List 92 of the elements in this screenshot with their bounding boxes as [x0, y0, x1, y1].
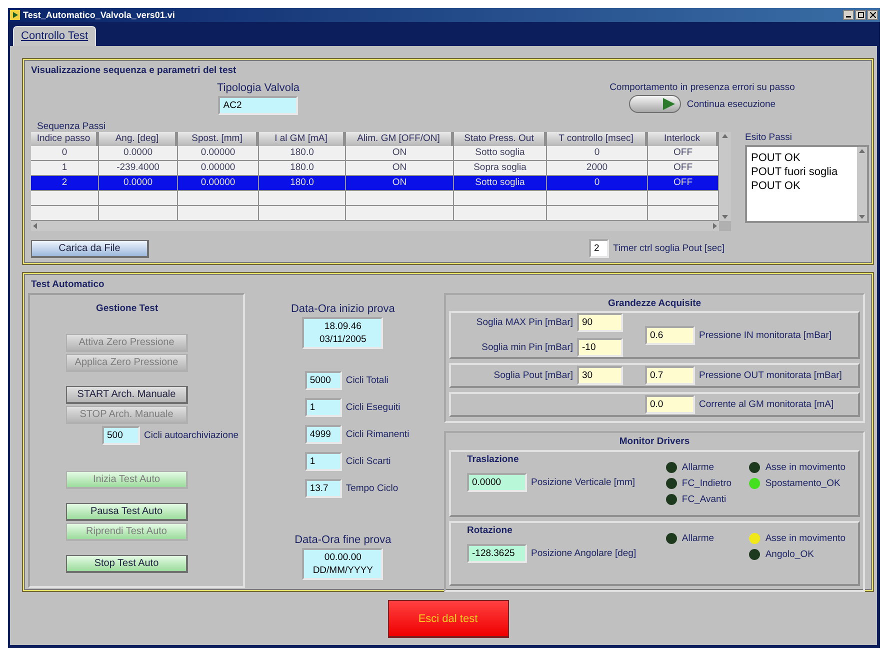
- table-row[interactable]: 1 -239.4000 0.00000 180.0 ON Sopra soglia 2000 OFF: [31, 161, 719, 176]
- field-label: Cicli Scarti: [346, 456, 391, 467]
- close-button[interactable]: [867, 10, 878, 20]
- threshold-field[interactable]: 90: [577, 313, 623, 332]
- list-item: POUT OK: [751, 179, 802, 193]
- list-label: Esito Passi: [745, 132, 792, 143]
- group-title: Gestione Test: [96, 303, 158, 314]
- field-label: Tempo Ciclo: [346, 483, 398, 494]
- field-label: Pressione IN monitorata [mBar]: [699, 330, 832, 340]
- position-field: 0.0000: [467, 473, 527, 492]
- counter-field: 13.7: [304, 479, 342, 498]
- counter-field: 5000: [304, 371, 342, 390]
- section-title: Visualizzazione sequenza e parametri del test: [31, 65, 238, 76]
- indicator-label: Allarme: [682, 462, 714, 473]
- counter-field: 1: [304, 452, 342, 471]
- counter-field: 4999: [304, 425, 342, 444]
- field-label: Soglia MAX Pin [mBar]: [476, 317, 573, 328]
- field-label: Data-Ora fine prova: [294, 534, 392, 546]
- triangle-icon: [662, 98, 676, 110]
- section-title: Test Automatico: [31, 279, 106, 290]
- list-item: POUT OK: [751, 151, 802, 165]
- indicator-label: Asse in movimento: [765, 532, 846, 544]
- indicator-label: FC_Indietro: [682, 478, 732, 489]
- field-label: Timer ctrl soglia Pout [sec]: [613, 243, 725, 254]
- group-title: Rotazione: [467, 524, 512, 536]
- timer-field[interactable]: 2: [589, 239, 609, 258]
- field-label: Cicli Totali: [346, 375, 388, 386]
- horizontal-scrollbar[interactable]: [31, 221, 719, 231]
- field-label: Posizione Angolare [deg]: [531, 548, 636, 558]
- indicator-label: FC_Avanti: [682, 494, 726, 505]
- panel-title: Grandezze Acquisite: [608, 298, 702, 309]
- toggle-switch[interactable]: [628, 95, 681, 113]
- position-field: -128.3625: [467, 544, 527, 562]
- column-header: I al GM [mA]: [259, 132, 346, 146]
- field-label: Corrente al GM monitorata [mA]: [699, 399, 834, 410]
- indicator-label: Angolo_OK: [765, 548, 814, 560]
- load-button[interactable]: Carica da File: [31, 240, 149, 258]
- field-label: Soglia Pout [mBar]: [494, 370, 573, 381]
- column-header: Stato Press. Out: [454, 132, 547, 146]
- column-header: T controllo [msec]: [547, 132, 648, 146]
- close-icon: [870, 12, 876, 18]
- app-icon: [10, 10, 20, 20]
- start-time-field: 18.09.46 03/11/2005: [302, 317, 384, 349]
- monitor-field: 0.0: [645, 395, 695, 414]
- vertical-scrollbar[interactable]: [857, 147, 867, 221]
- table-row[interactable]: 0 0.0000 0.00000 180.0 ON Sotto soglia 0 OFF: [31, 146, 719, 161]
- indicator-label: Asse in movimento: [765, 462, 846, 473]
- field-label: Posizione Verticale [mm]: [531, 477, 636, 488]
- group-title: Traslazione: [467, 454, 519, 465]
- scroll-down-icon[interactable]: [721, 213, 729, 221]
- panel-title: Monitor Drivers: [619, 436, 690, 447]
- empty-table-row[interactable]: [31, 206, 719, 221]
- end-time-field: 00.00.00 DD/MM/YYYY: [302, 548, 384, 580]
- maximize-button[interactable]: [855, 10, 866, 20]
- scroll-down-icon[interactable]: [858, 213, 866, 221]
- empty-table-row[interactable]: [31, 191, 719, 206]
- column-header: Alim. GM [OFF/ON]: [346, 132, 454, 146]
- minimize-button[interactable]: [843, 10, 854, 20]
- column-header: Indice passo: [31, 132, 99, 146]
- threshold-field[interactable]: 30: [577, 366, 623, 385]
- field-label: Cicli Rimanenti: [346, 429, 410, 440]
- valve-type-field[interactable]: AC2: [218, 96, 298, 115]
- field-label: Cicli Eseguiti: [346, 402, 400, 413]
- window-title: Test_Automatico_Valvola_vers01.vi: [23, 10, 175, 20]
- column-header: Ang. [deg]: [99, 132, 178, 146]
- field-label: Soglia min Pin [mBar]: [482, 342, 573, 353]
- counter-field: 1: [304, 398, 342, 417]
- threshold-field[interactable]: -10: [577, 338, 623, 357]
- field-label: Cicli autoarchiviazione: [144, 430, 239, 441]
- field-label: Data-Ora inizio prova: [290, 303, 395, 315]
- field-label: Pressione OUT monitorata [mBar]: [699, 370, 842, 381]
- table-row[interactable]: 2 0.0000 0.00000 180.0 ON Sotto soglia 0 OFF: [31, 176, 719, 191]
- autosave-field[interactable]: 500: [102, 426, 140, 445]
- control-button[interactable]: START Arch. Manuale: [66, 386, 188, 404]
- control-button[interactable]: Pausa Test Auto: [66, 503, 188, 521]
- column-header: Interlock: [648, 132, 719, 146]
- switch-label: Comportamento in presenza errori su passo: [610, 82, 795, 93]
- control-button[interactable]: Stop Test Auto: [66, 555, 188, 573]
- scroll-up-icon[interactable]: [858, 147, 866, 155]
- tab[interactable]: Controllo Test: [13, 26, 96, 46]
- column-header: Spost. [mm]: [178, 132, 259, 146]
- list-item: POUT fuori soglia: [751, 165, 839, 179]
- maximize-icon: [858, 12, 864, 18]
- indicator-label: Spostamento_OK: [765, 478, 840, 489]
- monitor-field: 0.6: [645, 326, 695, 344]
- scroll-up-icon[interactable]: [721, 132, 729, 140]
- indicator-label: Allarme: [682, 532, 714, 544]
- vertical-scrollbar[interactable]: [719, 132, 731, 221]
- field-label: Tipologia Valvola: [217, 82, 300, 94]
- switch-state-label: Continua esecuzione: [686, 98, 776, 110]
- monitor-field: 0.7: [645, 366, 695, 385]
- table-label: Sequenza Passi: [37, 121, 107, 132]
